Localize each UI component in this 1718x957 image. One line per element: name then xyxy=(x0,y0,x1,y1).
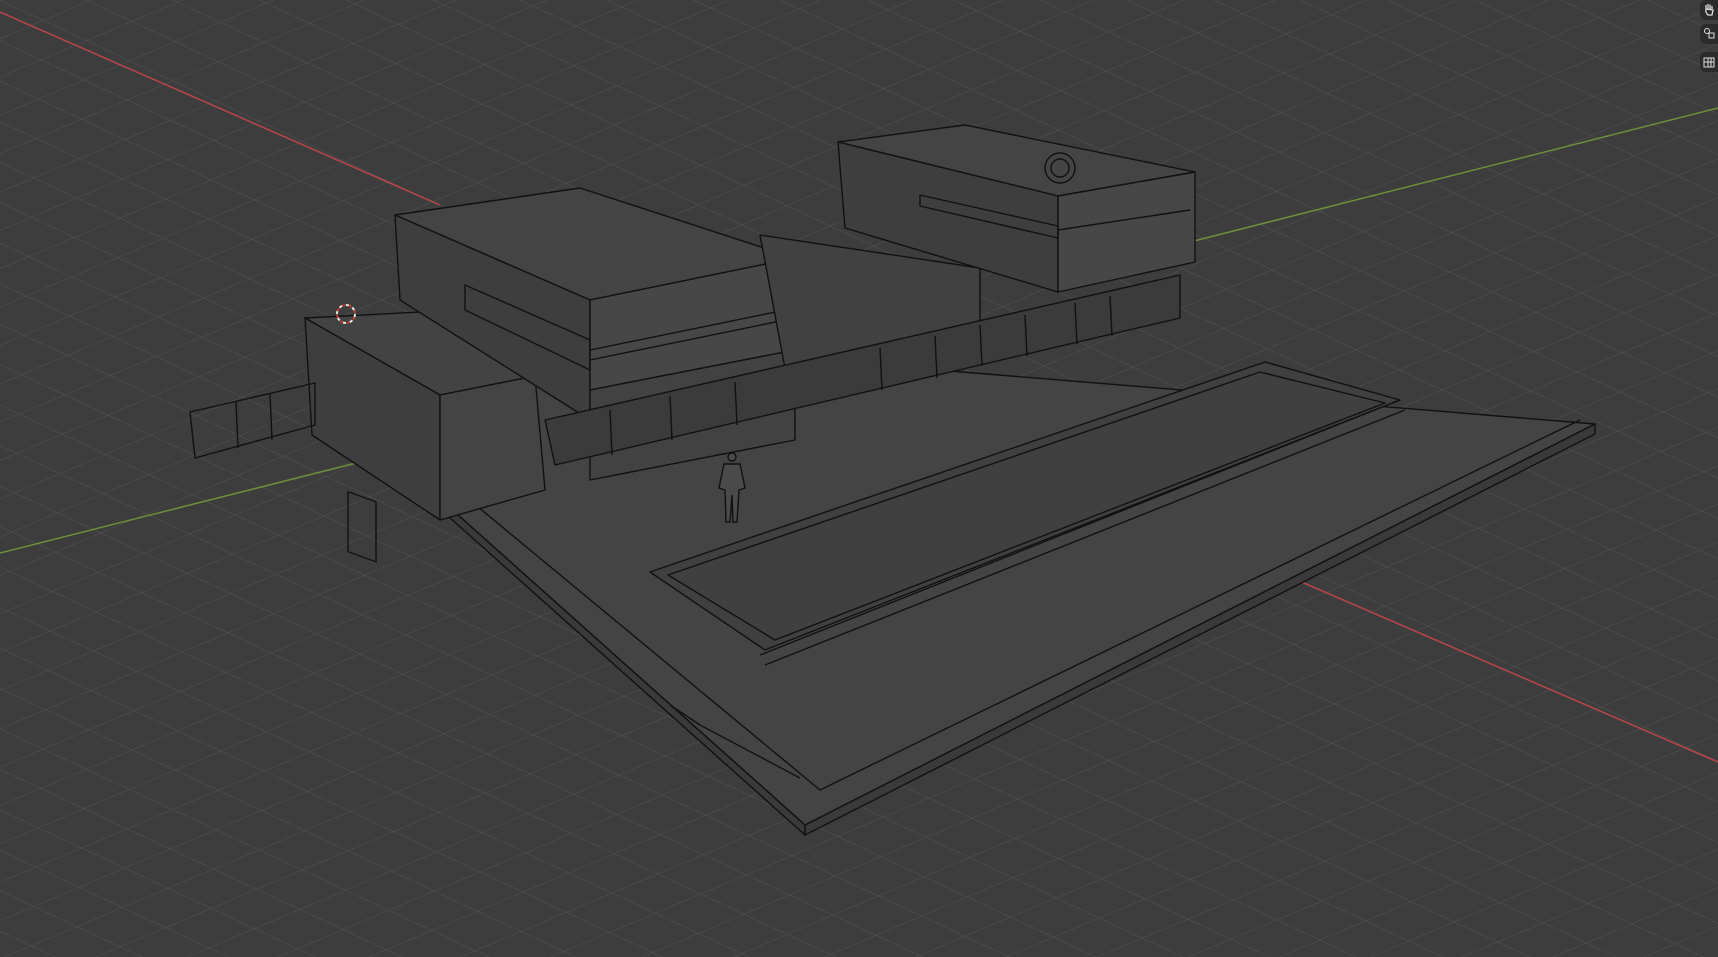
hand-pan-icon[interactable] xyxy=(1700,0,1718,20)
figure-head xyxy=(727,452,737,462)
3d-viewport[interactable] xyxy=(0,0,1718,957)
orthographic-grid-icon[interactable] xyxy=(1700,52,1718,72)
viewport-canvas[interactable] xyxy=(0,0,1718,957)
collections-icon[interactable] xyxy=(1700,24,1718,44)
viewport-navigation-tools xyxy=(1694,0,1718,80)
